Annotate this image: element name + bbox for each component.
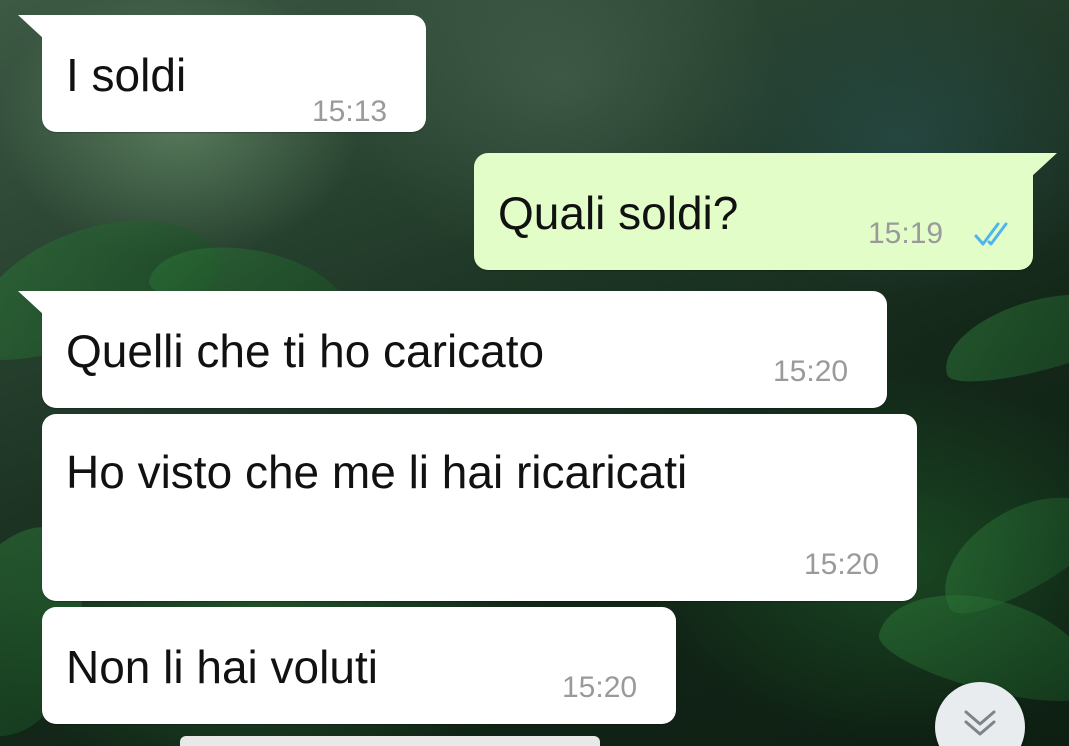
message-bubble-incoming[interactable]: I soldi 15:13 — [18, 15, 426, 132]
message-text: Ho visto che me li hai ricaricati — [66, 446, 688, 498]
message-text: Quelli che ti ho caricato — [66, 325, 545, 377]
double-chevron-down-icon — [964, 710, 996, 736]
message-time: 15:20 — [804, 548, 880, 581]
chat-thread[interactable]: I soldi 15:13 Quali soldi? 15:19 Quelli … — [0, 0, 1069, 746]
bubble-tail — [18, 15, 44, 39]
message-bubble-incoming[interactable]: Quelli che ti ho caricato 15:20 — [18, 291, 887, 408]
message-text: I soldi — [66, 49, 187, 101]
message-text: Non li hai voluti — [66, 641, 378, 693]
message-bubble-outgoing[interactable]: Quali soldi? 15:19 — [474, 153, 1057, 270]
message-bubble-incoming[interactable]: Ho visto che me li hai ricaricati 15:20 — [42, 414, 917, 601]
message-text: Quali soldi? — [498, 187, 739, 239]
next-message-edge — [180, 736, 600, 746]
message-time: 15:19 — [868, 217, 944, 250]
double-check-icon — [974, 219, 1018, 254]
message-time: 15:20 — [773, 355, 849, 388]
message-time: 15:13 — [312, 95, 388, 128]
bubble-tail — [18, 291, 44, 315]
bubble-tail — [1031, 153, 1057, 177]
message-time: 15:20 — [562, 671, 638, 704]
message-bubble-incoming[interactable]: Non li hai voluti 15:20 — [42, 607, 676, 724]
